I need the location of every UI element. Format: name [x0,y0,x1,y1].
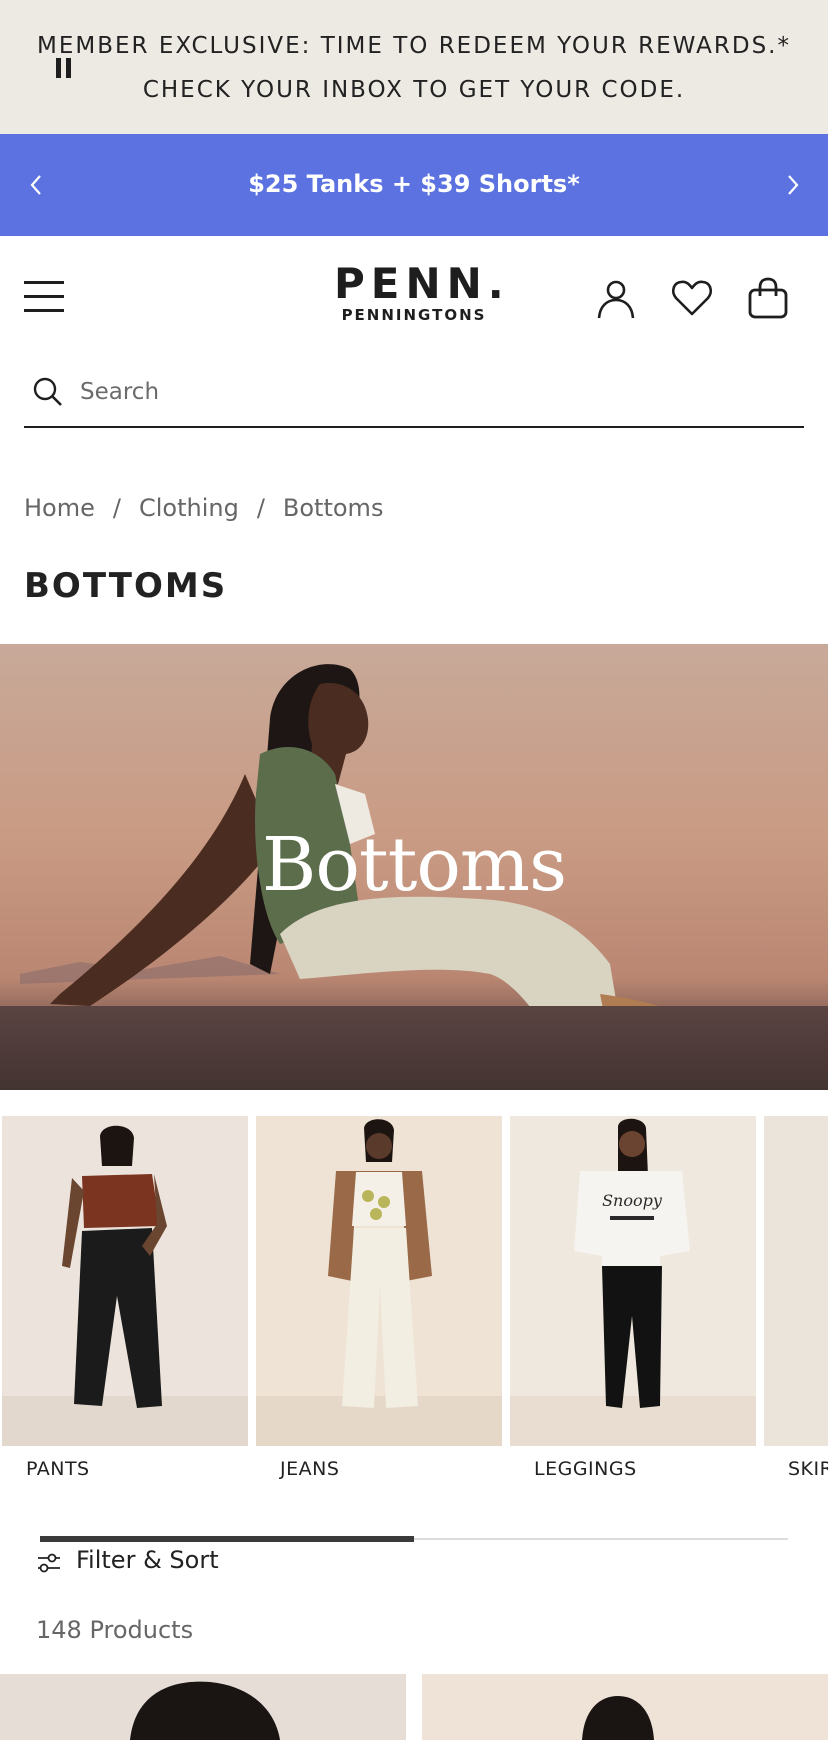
logo-sub: PENNINGTONS [341,306,487,324]
member-banner-line2: CHECK YOUR INBOX TO GET YOUR CODE. [142,77,686,103]
category-card-pants[interactable]: PANTS [2,1116,248,1486]
promo-link[interactable]: $25 Tanks + $39 Shorts* [0,170,828,198]
chevron-right-icon[interactable] [779,172,805,198]
breadcrumb-separator: / [112,494,121,522]
category-label: LEGGINGS [534,1458,637,1480]
bag-icon[interactable] [746,276,790,320]
breadcrumb-separator: / [256,494,265,522]
heart-icon[interactable] [670,276,714,320]
breadcrumb-clothing[interactable]: Clothing [139,494,239,522]
category-card-leggings[interactable]: Snoopy LEGGINGS [510,1116,756,1486]
category-label: JEANS [280,1458,340,1480]
hero-banner[interactable]: Bottoms [0,644,828,1090]
product-image [582,1696,654,1740]
hero-title: Bottoms [261,822,567,908]
category-image [764,1116,828,1446]
filter-sort-label: Filter & Sort [76,1546,219,1574]
breadcrumb-home[interactable]: Home [24,494,95,522]
product-card[interactable] [0,1674,406,1740]
account-icon[interactable] [594,276,638,320]
category-card-jeans[interactable]: JEANS [256,1116,502,1486]
category-label: PANTS [26,1458,90,1480]
product-card[interactable] [422,1674,828,1740]
search-bar [24,370,804,428]
site-header: PENN. PENNINGTONS [0,236,828,356]
page-title: BOTTOMS [24,566,228,606]
category-image [2,1116,248,1446]
breadcrumb-bottoms[interactable]: Bottoms [283,494,384,522]
sliders-icon [36,1550,62,1576]
member-banner: MEMBER EXCLUSIVE: TIME TO REDEEM YOUR RE… [0,0,828,134]
search-icon[interactable] [32,376,64,408]
logo-main: PENN. [334,259,510,308]
category-image [256,1116,502,1446]
category-label: SKIR [788,1458,828,1480]
search-input[interactable] [80,374,780,410]
carousel-scrollbar-thumb[interactable] [40,1536,414,1542]
hero-ledge [0,1006,828,1090]
product-count: 148 Products [36,1616,194,1644]
promo-carousel: $25 Tanks + $39 Shorts* [0,134,828,236]
pause-icon[interactable] [56,58,74,78]
svg-text:Snoopy: Snoopy [602,1191,663,1210]
brand-logo[interactable]: PENN. PENNINGTONS [334,259,510,326]
menu-icon[interactable] [24,281,64,313]
category-image: Snoopy [510,1116,756,1446]
category-card-skirts[interactable]: SKIR [764,1116,828,1486]
member-banner-line1: MEMBER EXCLUSIVE: TIME TO REDEEM YOUR RE… [37,33,791,59]
product-image [130,1681,280,1740]
breadcrumb: Home / Clothing / Bottoms [24,494,383,526]
category-carousel: PANTS JEANS Snoopy LEGGINGS SKIR [0,1116,828,1486]
